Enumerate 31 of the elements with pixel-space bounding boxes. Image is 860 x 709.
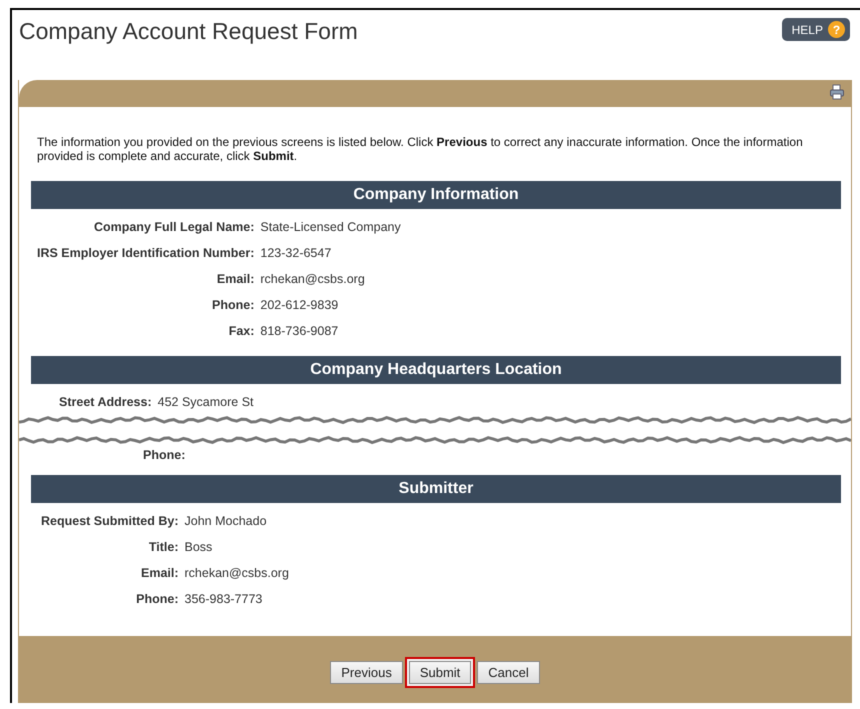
field-label: Email: — [216, 271, 254, 287]
field-label: Fax: — [228, 323, 254, 339]
field-value: John Mochado — [184, 513, 268, 529]
field-value: 123-32-6547 — [260, 245, 332, 261]
section-header: Company Headquarters Location — [31, 356, 841, 384]
field-label: Phone: — [143, 447, 186, 463]
field-value: 202-612-9839 — [260, 297, 340, 313]
field-value: State-Licensed Company — [260, 219, 402, 235]
field-label: Phone: — [135, 591, 179, 607]
previous-button[interactable]: Previous — [330, 660, 403, 684]
field-label: Phone: — [211, 297, 254, 313]
field-label: Street Address: — [59, 394, 152, 410]
cancel-button[interactable]: Cancel — [477, 660, 540, 684]
field-label: Title: — [148, 539, 179, 555]
field-value: 452 Sycamore St — [158, 394, 255, 410]
field-label: Email: — [140, 565, 179, 581]
page-title: Company Account Request Form — [19, 18, 358, 45]
help-button[interactable]: HELP ? — [782, 18, 850, 41]
field-label: Request Submitted By: — [41, 513, 179, 529]
field-value: rchekan@csbs.org — [260, 271, 366, 287]
help-icon: ? — [828, 21, 845, 38]
section-header: Company Information — [31, 181, 841, 209]
field-label: Company Full Legal Name: — [92, 219, 254, 235]
printer-icon[interactable] — [829, 84, 845, 100]
field-value: Boss — [184, 539, 214, 555]
field-value: 356-983-7773 — [184, 591, 264, 607]
instructions-text: The information you provided on the previous screens is listed below. Click Previous to correct any inaccurate information. Once the information provided is complete and accurate, click Submit. — [37, 135, 804, 163]
field-value: 818-736-9087 — [260, 323, 340, 339]
field-label: IRS Employer Identification Number: — [37, 245, 254, 261]
section-header: Submitter — [31, 475, 841, 503]
field-value: rchekan@csbs.org — [184, 565, 290, 581]
